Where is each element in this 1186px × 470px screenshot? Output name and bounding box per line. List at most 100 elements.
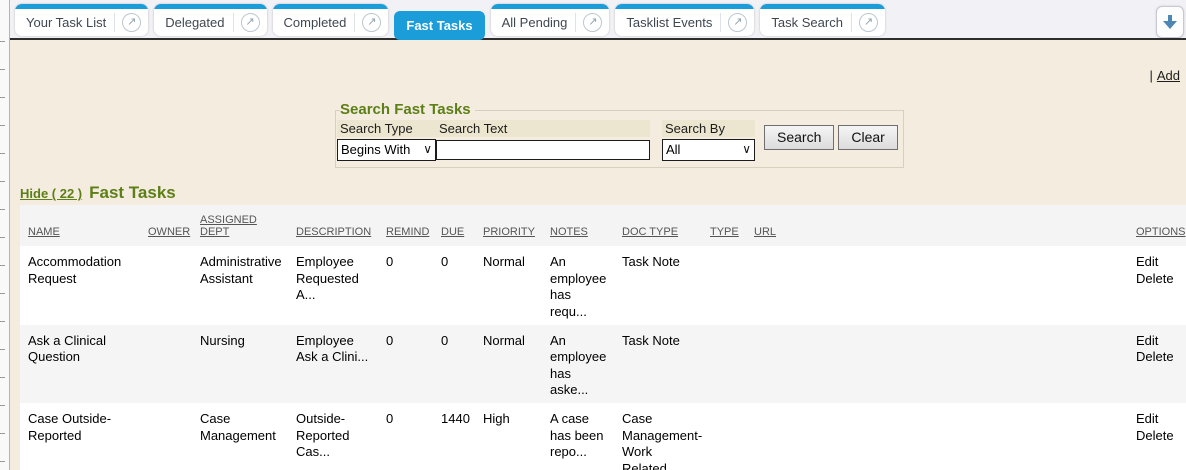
search-by-label: Search By <box>662 120 755 137</box>
search-text-input[interactable] <box>436 140 650 160</box>
tab-label: Task Search <box>771 15 843 30</box>
cell-assigned-dept: Nursing <box>192 325 288 404</box>
tab-launch-button[interactable]: ↗ <box>114 13 141 32</box>
tab-launch-button[interactable]: ↗ <box>233 13 260 32</box>
cell-doc-type: Task Note <box>614 246 702 325</box>
search-type-label: Search Type <box>337 120 436 137</box>
clear-button[interactable]: Clear <box>838 125 897 150</box>
cell-notes: A case has been repo... <box>542 403 614 470</box>
column-header-remind: REMIND <box>378 205 433 246</box>
table-row: Case Outside-Reported Case Management Ou… <box>20 403 1186 470</box>
cell-owner <box>140 403 192 470</box>
cell-description: Outside-Reported Cas... <box>288 403 378 470</box>
cell-url <box>746 403 1128 470</box>
tab-launch-button[interactable]: ↗ <box>851 13 878 32</box>
column-header-type: TYPE <box>702 205 746 246</box>
delete-link[interactable]: Delete <box>1136 349 1180 366</box>
tab-label: Tasklist Events <box>626 15 712 30</box>
cell-name: Accommodation Request <box>20 246 140 325</box>
cell-notes: An employee has aske... <box>542 325 614 404</box>
cell-owner <box>140 246 192 325</box>
tab-all-pending[interactable]: All Pending ↗ <box>491 4 610 36</box>
add-task-area: | Add <box>1149 68 1180 83</box>
open-new-window-icon: ↗ <box>728 13 747 32</box>
show-more-tabs-button[interactable] <box>1156 6 1184 38</box>
cell-assigned-dept: Administrative Assistant <box>192 246 288 325</box>
cell-priority: Normal <box>475 325 542 404</box>
cell-assigned-dept: Case Management <box>192 403 288 470</box>
delete-link[interactable]: Delete <box>1136 428 1180 445</box>
search-text-label: Search Text <box>436 120 650 137</box>
column-header-notes: NOTES <box>542 205 614 246</box>
tab-delegated[interactable]: Delegated ↗ <box>154 4 266 36</box>
tab-your-task-list[interactable]: Your Task List ↗ <box>15 4 148 36</box>
column-header-description: DESCRIPTION <box>288 205 378 246</box>
search-panel-title: Search Fast Tasks <box>340 102 475 119</box>
cell-priority: Normal <box>475 246 542 325</box>
fast-tasks-table: NAME OWNER ASSIGNED DEPT DESCRIPTION REM… <box>20 205 1186 470</box>
tab-label: All Pending <box>502 15 568 30</box>
search-fast-tasks-panel: Search Fast Tasks Search Type Search Tex… <box>335 102 904 168</box>
column-header-assigned-dept: ASSIGNED DEPT <box>192 205 288 246</box>
cell-remind: 0 <box>378 325 433 404</box>
search-button[interactable]: Search <box>764 125 834 150</box>
tab-tasklist-events[interactable]: Tasklist Events ↗ <box>615 4 754 36</box>
list-title: Fast Tasks <box>89 183 176 203</box>
tab-launch-button[interactable]: ↗ <box>575 13 602 32</box>
down-arrow-icon <box>1163 15 1177 29</box>
open-new-window-icon: ↗ <box>122 13 141 32</box>
cell-due: 1440 <box>433 403 475 470</box>
splitter-gutter[interactable] <box>0 0 10 470</box>
cell-url <box>746 325 1128 404</box>
column-header-name: NAME <box>20 205 140 246</box>
edit-link[interactable]: Edit <box>1136 333 1180 350</box>
open-new-window-icon: ↗ <box>859 13 878 32</box>
search-type-select[interactable]: Begins With <box>337 139 436 161</box>
tab-completed[interactable]: Completed ↗ <box>273 4 389 36</box>
task-tabbar: Your Task List ↗ Delegated ↗ Completed ↗… <box>10 0 1186 40</box>
tab-task-search[interactable]: Task Search ↗ <box>760 4 885 36</box>
tab-fast-tasks[interactable]: Fast Tasks <box>394 11 484 40</box>
cell-type <box>702 325 746 404</box>
cell-notes: An employee has requ... <box>542 246 614 325</box>
cell-doc-type: Task Note <box>614 325 702 404</box>
column-header-doc-type: DOC TYPE <box>614 205 702 246</box>
hide-count-link[interactable]: Hide ( 22 ) <box>20 186 82 201</box>
column-header-due: DUE <box>433 205 475 246</box>
fast-tasks-table-container: NAME OWNER ASSIGNED DEPT DESCRIPTION REM… <box>20 205 1186 470</box>
tab-launch-button[interactable]: ↗ <box>354 13 381 32</box>
cell-remind: 0 <box>378 403 433 470</box>
cell-remind: 0 <box>378 246 433 325</box>
column-header-options: OPTIONS <box>1128 205 1186 246</box>
tab-launch-button[interactable]: ↗ <box>720 13 747 32</box>
fast-tasks-panel: | Add Search Fast Tasks Search Type Searc… <box>10 42 1186 470</box>
tab-label: Completed <box>284 15 347 30</box>
tab-label: Fast Tasks <box>406 18 472 33</box>
app-window: Your Task List ↗ Delegated ↗ Completed ↗… <box>0 0 1186 470</box>
tab-label: Delegated <box>165 15 224 30</box>
cell-url <box>746 246 1128 325</box>
open-new-window-icon: ↗ <box>583 13 602 32</box>
cell-name: Ask a Clinical Question <box>20 325 140 404</box>
cell-options: Edit Delete <box>1128 325 1186 404</box>
edit-link[interactable]: Edit <box>1136 411 1180 428</box>
spacer <box>650 120 662 137</box>
cell-type <box>702 246 746 325</box>
column-header-priority: PRIORITY <box>475 205 542 246</box>
tab-label: Your Task List <box>26 15 106 30</box>
separator: | <box>1149 68 1152 83</box>
cell-options: Edit Delete <box>1128 246 1186 325</box>
column-header-url: URL <box>746 205 1128 246</box>
table-header-row: NAME OWNER ASSIGNED DEPT DESCRIPTION REM… <box>20 205 1186 246</box>
search-by-select[interactable]: All <box>662 139 755 161</box>
column-header-owner: OWNER <box>140 205 192 246</box>
cell-doc-type: Case Management-Work Related Note <box>614 403 702 470</box>
open-new-window-icon: ↗ <box>362 13 381 32</box>
cell-priority: High <box>475 403 542 470</box>
delete-link[interactable]: Delete <box>1136 271 1180 288</box>
table-row: Accommodation Request Administrative Ass… <box>20 246 1186 325</box>
fast-tasks-list-heading: Hide ( 22 ) Fast Tasks <box>20 183 176 203</box>
add-task-link[interactable]: Add <box>1157 68 1180 83</box>
edit-link[interactable]: Edit <box>1136 254 1180 271</box>
cell-due: 0 <box>433 325 475 404</box>
